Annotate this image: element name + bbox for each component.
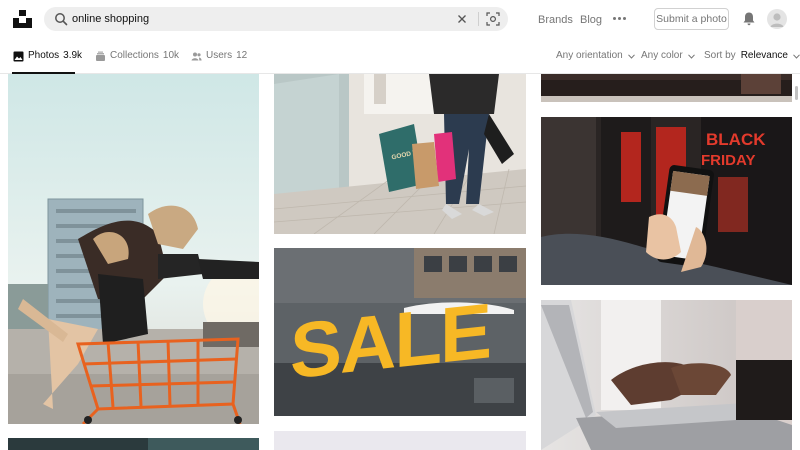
unsplash-logo-icon[interactable] (13, 10, 32, 28)
tab-photos-count: 3.9k (63, 50, 83, 61)
black-text: BLACK (706, 130, 766, 149)
sort-value: Relevance (740, 50, 788, 61)
color-filter[interactable]: Any color (641, 49, 695, 63)
tab-users-count: 12 (236, 50, 248, 61)
search-input[interactable]: online shopping (72, 12, 149, 26)
chevron-down-icon (687, 53, 695, 59)
tab-users-label: Users (206, 50, 233, 61)
collections-icon (96, 51, 105, 61)
notifications-icon[interactable] (742, 11, 756, 26)
photo-sale-window[interactable]: SALE (274, 248, 526, 416)
brands-link[interactable]: Brands (538, 13, 573, 27)
clear-search-icon[interactable] (456, 13, 468, 25)
chevron-down-icon (627, 53, 635, 59)
blog-link[interactable]: Blog (580, 13, 602, 27)
tab-photos-label: Photos (28, 50, 60, 61)
users-icon (191, 52, 202, 60)
photo-icon (13, 51, 24, 61)
search-icon[interactable] (54, 12, 68, 26)
user-avatar[interactable] (767, 9, 787, 29)
photo-girls-shopping-cart-image (8, 74, 259, 424)
photo-girls-shopping-cart[interactable] (8, 74, 259, 424)
page-scrollbar[interactable] (795, 86, 798, 100)
photo-top-column3[interactable] (541, 74, 792, 102)
color-filter-label: Any color (641, 50, 683, 61)
photo-laptop-typing[interactable] (541, 300, 792, 450)
tab-collections-label: Collections (110, 50, 159, 61)
sort-prefix: Sort by (704, 50, 736, 61)
sort-filter[interactable]: Sort by Relevance (704, 49, 800, 63)
more-menu-icon[interactable] (613, 17, 627, 21)
orientation-filter-label: Any orientation (556, 50, 623, 61)
tab-collections-count: 10k (162, 50, 180, 61)
photo-next-column1[interactable] (8, 438, 259, 450)
photo-laptop-typing-image (541, 300, 792, 450)
tab-users[interactable]: Users 12 (191, 49, 247, 63)
top-header: online shopping Brands Blog Submit a pho… (0, 0, 800, 38)
photo-walking-shopping-bags-image: GOOD THINGS (274, 74, 526, 234)
photo-walking-shopping-bags[interactable]: GOOD THINGS (274, 74, 526, 234)
orientation-filter[interactable]: Any orientation (556, 49, 635, 63)
search-bar[interactable]: online shopping (44, 7, 508, 31)
submit-photo-button[interactable]: Submit a photo (654, 8, 729, 30)
photo-black-friday-phone[interactable]: BLACK FRIDAY (541, 117, 792, 285)
tab-photos[interactable]: Photos 3.9k (13, 49, 82, 63)
chevron-down-icon (793, 53, 800, 59)
visual-search-icon[interactable] (486, 12, 500, 26)
photo-sale-window-image: SALE (274, 248, 526, 416)
avatar-placeholder-icon (770, 13, 784, 27)
tab-collections[interactable]: Collections 10k (95, 49, 179, 63)
friday-text: FRIDAY (701, 152, 755, 169)
results-tabs-bar: Photos 3.9k Collections 10k Users 12 Any… (0, 38, 800, 74)
search-divider (478, 12, 479, 26)
photo-black-friday-phone-image: BLACK FRIDAY (541, 117, 792, 285)
photo-next-column2[interactable] (274, 431, 526, 450)
